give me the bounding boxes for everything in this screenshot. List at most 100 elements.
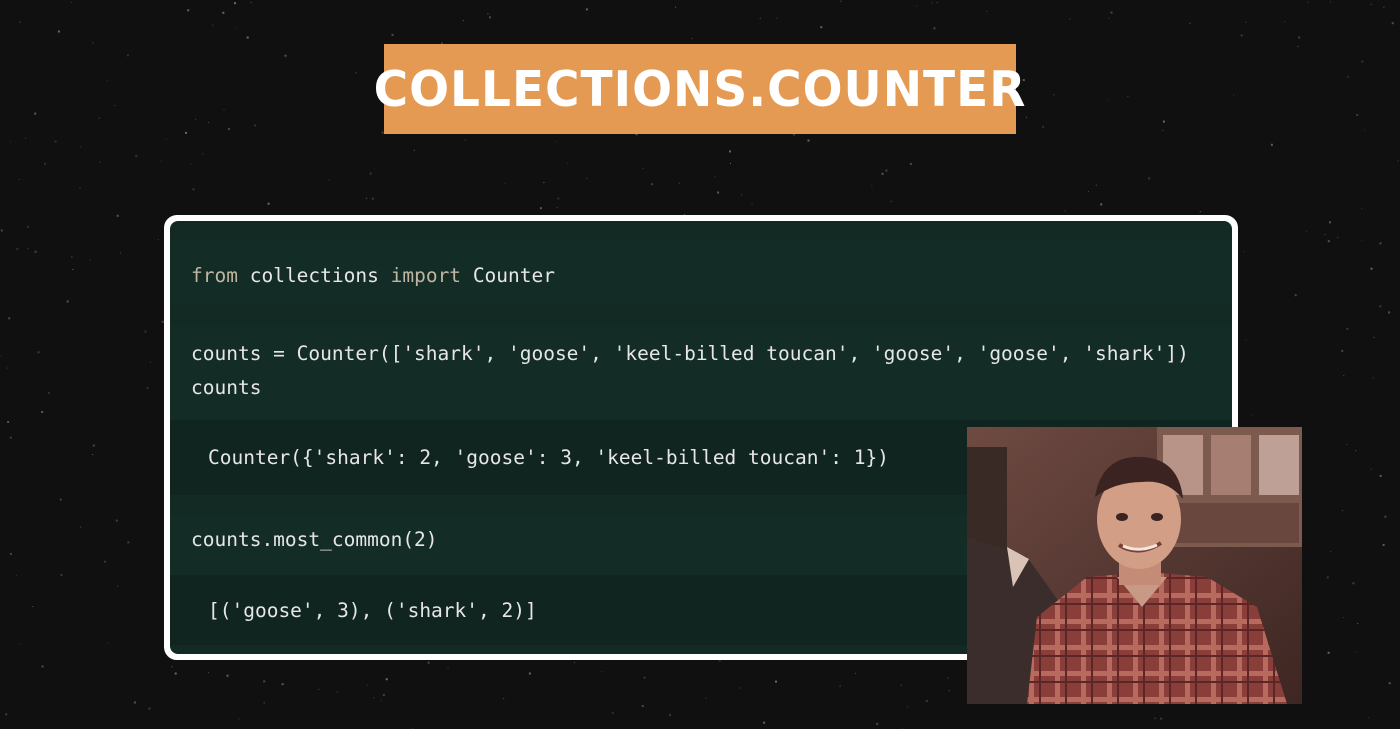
star-dot xyxy=(8,317,11,320)
star-dot xyxy=(281,683,284,686)
imported-name: Counter xyxy=(472,264,555,287)
star-dot xyxy=(855,672,857,674)
star-dot xyxy=(27,225,29,228)
star-dot xyxy=(71,256,73,258)
star-dot xyxy=(574,662,575,664)
star-dot xyxy=(267,202,270,205)
star-dot xyxy=(489,16,491,19)
star-dot xyxy=(1298,36,1301,39)
star-dot xyxy=(263,680,266,683)
star-dot xyxy=(1233,94,1235,96)
reaction-photo-image xyxy=(967,427,1302,704)
star-dot xyxy=(739,687,741,689)
star-dot xyxy=(775,680,777,683)
star-dot xyxy=(236,27,238,29)
star-dot xyxy=(503,698,505,700)
star-dot xyxy=(1330,551,1332,553)
star-dot xyxy=(1284,21,1286,22)
star-dot xyxy=(60,574,63,576)
star-dot xyxy=(643,676,646,679)
star-dot xyxy=(9,552,12,555)
star-dot xyxy=(18,178,20,180)
star-dot xyxy=(10,141,12,143)
star-dot xyxy=(1154,717,1156,719)
star-dot xyxy=(1364,129,1366,131)
star-dot xyxy=(238,718,240,720)
star-dot xyxy=(366,684,368,686)
star-dot xyxy=(691,37,693,39)
star-dot xyxy=(369,172,372,175)
star-dot xyxy=(885,169,888,172)
star-dot xyxy=(117,585,119,587)
star-dot xyxy=(925,699,928,702)
star-dot xyxy=(246,36,249,39)
star-dot xyxy=(119,252,121,254)
star-dot xyxy=(900,684,902,686)
star-dot xyxy=(464,139,466,141)
star-dot xyxy=(447,667,449,669)
code-cell-2 xyxy=(170,325,1232,420)
star-dot xyxy=(1245,21,1247,23)
star-dot xyxy=(66,300,69,303)
star-dot xyxy=(385,678,388,681)
star-dot xyxy=(328,179,330,181)
star-dot xyxy=(135,154,138,157)
star-dot xyxy=(909,162,912,165)
star-dot xyxy=(741,194,742,196)
star-dot xyxy=(133,701,136,704)
star-dot xyxy=(41,411,44,413)
code-line-counts: counts xyxy=(191,376,262,399)
star-dot xyxy=(54,140,57,143)
star-dot xyxy=(227,128,230,130)
star-dot xyxy=(373,697,375,699)
star-dot xyxy=(89,259,91,261)
star-dot xyxy=(933,27,936,30)
star-dot xyxy=(876,722,879,725)
keyword-import: import xyxy=(390,264,462,287)
star-dot xyxy=(1324,234,1326,235)
star-dot xyxy=(207,122,209,123)
star-dot xyxy=(222,11,225,14)
star-dot xyxy=(611,711,614,714)
star-dot xyxy=(986,10,988,12)
star-dot xyxy=(1373,336,1375,338)
star-dot xyxy=(1343,375,1345,376)
star-dot xyxy=(1294,294,1297,297)
star-dot xyxy=(1337,236,1339,238)
star-dot xyxy=(947,677,949,679)
star-dot xyxy=(751,203,753,205)
star-dot xyxy=(250,1,252,3)
star-dot xyxy=(871,185,873,187)
code-line-most-common: counts.most_common(2) xyxy=(191,528,438,551)
star-dot xyxy=(355,72,357,74)
star-dot xyxy=(1189,22,1191,24)
star-dot xyxy=(1251,414,1253,416)
star-dot xyxy=(1069,18,1071,20)
star-dot xyxy=(185,131,187,134)
star-dot xyxy=(1379,242,1382,245)
star-dot xyxy=(1162,120,1165,123)
star-dot xyxy=(157,239,159,241)
star-dot xyxy=(1307,1,1309,3)
star-dot xyxy=(41,665,44,668)
star-dot xyxy=(1355,450,1357,452)
star-dot xyxy=(948,690,950,692)
star-dot xyxy=(19,21,21,23)
star-dot xyxy=(1095,184,1097,186)
star-dot xyxy=(7,421,10,423)
star-dot xyxy=(504,182,506,184)
star-dot xyxy=(166,138,167,140)
star-dot xyxy=(1270,143,1273,146)
star-dot xyxy=(1372,377,1374,379)
star-dot xyxy=(1329,221,1331,224)
star-dot xyxy=(1370,267,1373,270)
title-banner: COLLECTIONS.COUNTER xyxy=(374,44,1025,134)
star-dot xyxy=(839,685,841,687)
star-dot xyxy=(336,691,338,693)
star-dot xyxy=(556,206,558,208)
star-dot xyxy=(566,162,568,164)
star-dot xyxy=(47,392,50,394)
star-dot xyxy=(1346,444,1348,446)
star-dot xyxy=(80,146,82,148)
star-dot xyxy=(807,139,810,142)
